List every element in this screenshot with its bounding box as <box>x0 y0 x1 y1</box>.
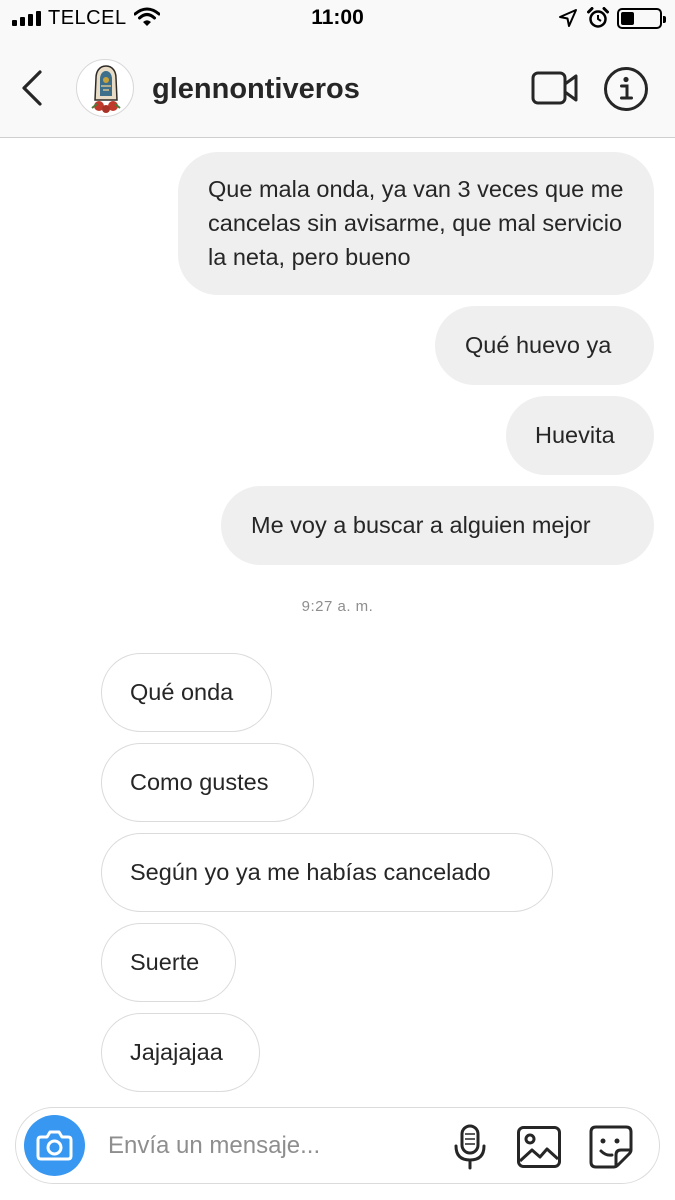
received-message[interactable]: Según yo ya me habías cancelado <box>101 833 553 912</box>
avatar[interactable] <box>76 59 134 117</box>
received-message[interactable]: Jajajajaa <box>101 1013 260 1092</box>
received-message[interactable]: Suerte <box>101 923 236 1002</box>
back-chevron-icon[interactable] <box>18 68 48 108</box>
message-composer <box>15 1107 660 1184</box>
received-message[interactable]: Como gustes <box>101 743 314 822</box>
sticker-icon[interactable] <box>588 1124 634 1170</box>
alarm-icon <box>587 7 609 28</box>
info-icon[interactable] <box>603 66 649 112</box>
gallery-icon[interactable] <box>516 1125 562 1169</box>
video-call-icon[interactable] <box>530 70 580 106</box>
status-bar: TELCEL 11:00 <box>0 0 675 38</box>
battery-icon <box>617 8 666 29</box>
sent-message[interactable]: Qué huevo ya <box>435 306 654 385</box>
received-message[interactable]: Qué onda <box>101 653 272 732</box>
sent-message[interactable]: Me voy a buscar a alguien mejor <box>221 486 654 565</box>
camera-button[interactable] <box>24 1115 85 1176</box>
sent-message[interactable]: Que mala onda, ya van 3 veces que me can… <box>178 152 654 295</box>
message-timestamp: 9:27 a. m. <box>301 598 374 615</box>
location-arrow-icon <box>559 9 577 27</box>
message-input[interactable] <box>108 1130 438 1162</box>
chat-header: glennontiveros <box>0 38 675 138</box>
microphone-icon[interactable] <box>452 1124 488 1170</box>
sent-message[interactable]: Huevita <box>506 396 654 475</box>
camera-icon <box>36 1130 73 1161</box>
chat-username[interactable]: glennontiveros <box>152 73 360 106</box>
battery-fill <box>621 12 634 25</box>
